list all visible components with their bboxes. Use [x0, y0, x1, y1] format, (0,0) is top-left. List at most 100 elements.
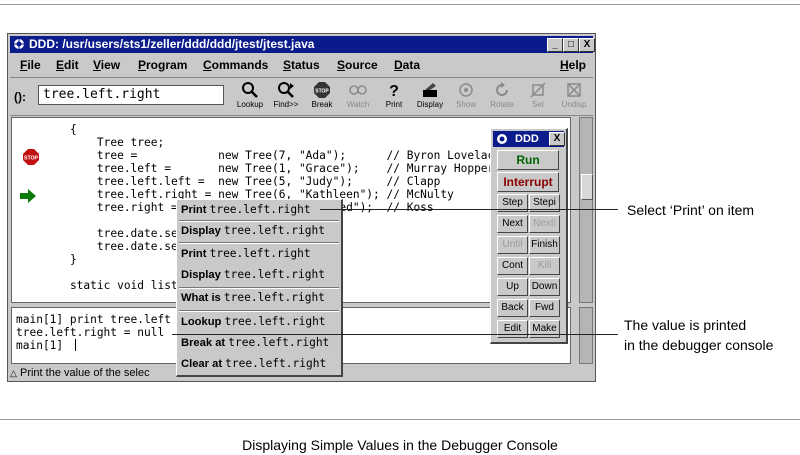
find-button[interactable]: Find>>	[268, 81, 304, 113]
console-cursor	[75, 339, 76, 351]
interrupt-button[interactable]: Interrupt	[497, 172, 559, 192]
popup-separator	[179, 242, 339, 244]
console-line: main[1] print tree.left	[16, 313, 171, 326]
edit-button[interactable]: Edit	[497, 320, 528, 338]
display-button[interactable]: Display	[412, 81, 448, 113]
maximize-button[interactable]: □	[563, 38, 579, 52]
source-line: tree = new Tree(7, "Ada"); // Byron Love…	[43, 149, 502, 162]
set-icon	[530, 82, 546, 98]
stop-icon: STOP	[314, 82, 330, 98]
source-line: }	[43, 253, 77, 266]
minimize-button[interactable]: _	[547, 38, 563, 52]
watch-icon	[349, 85, 367, 95]
popup-separator	[179, 310, 339, 312]
popup-item-lookup[interactable]: Lookup tree.left.right	[181, 313, 326, 331]
command-tool-close-button[interactable]: X	[549, 132, 565, 146]
top-rule	[0, 4, 800, 5]
command-tool-title: DDD	[515, 133, 539, 145]
popup-item-break-at[interactable]: Break at tree.left.right	[181, 334, 329, 352]
svg-text:?: ?	[389, 83, 399, 99]
until-button[interactable]: Until	[497, 236, 528, 254]
nexti-button[interactable]: Nexti	[529, 215, 560, 233]
source-line: static void list_te	[43, 279, 198, 292]
next-button[interactable]: Next	[497, 215, 528, 233]
console-line: main[1]	[16, 339, 70, 352]
popup-item-clear-at[interactable]: Clear at tree.left.right	[181, 355, 326, 373]
menu-bar: File Edit View Program Commands Status S…	[10, 55, 593, 78]
set-button[interactable]: Set	[520, 81, 556, 113]
run-button[interactable]: Run	[497, 150, 559, 170]
back-button[interactable]: Back	[497, 299, 528, 317]
display-icon	[423, 83, 437, 97]
menu-view[interactable]: View	[93, 58, 120, 72]
menu-data[interactable]: Data	[394, 58, 420, 72]
ddd-app-icon	[497, 134, 507, 144]
annotation-line-print	[320, 209, 618, 210]
bottom-rule	[0, 419, 800, 420]
watch-button[interactable]: Watch	[340, 81, 376, 113]
status-text: Print the value of the selec	[19, 367, 150, 379]
source-line: Tree tree;	[43, 136, 165, 149]
source-scrollbar[interactable]	[579, 117, 593, 303]
svg-text:STOP: STOP	[24, 156, 39, 162]
show-button[interactable]: Show	[448, 81, 484, 113]
command-tool-title-bar[interactable]: DDD X	[493, 131, 565, 147]
print-button[interactable]: ? Print	[376, 81, 412, 113]
window-title: DDD: /usr/users/sts1/zeller/ddd/ddd/jtes…	[29, 37, 315, 51]
rotate-icon	[496, 82, 508, 96]
break-button[interactable]: STOP Break	[304, 81, 340, 113]
menu-file[interactable]: File	[20, 58, 41, 72]
console-scrollbar[interactable]	[579, 307, 593, 364]
undisp-icon	[567, 83, 581, 97]
down-button[interactable]: Down	[529, 278, 560, 296]
source-line: tree.left.left = new Tree(5, "Judy"); //…	[43, 175, 441, 188]
menu-source[interactable]: Source	[337, 58, 378, 72]
stop-breakpoint-icon: STOP	[23, 149, 39, 165]
source-line: tree.date.set(2	[43, 227, 198, 240]
lookup-icon	[242, 82, 258, 98]
menu-commands[interactable]: Commands	[203, 58, 268, 72]
finish-button[interactable]: Finish	[529, 236, 560, 254]
status-warning-icon: △	[10, 368, 17, 378]
command-tool: DDD X Run Interrupt Step Stepi Next Next…	[490, 128, 568, 344]
popup-item-display[interactable]: Display tree.left.right	[181, 222, 325, 240]
argument-label: ():	[14, 90, 26, 104]
source-scroll-thumb[interactable]	[581, 174, 593, 200]
print-icon: ?	[389, 83, 399, 99]
up-button[interactable]: Up	[497, 278, 528, 296]
argument-field[interactable]: tree.left.right	[38, 85, 224, 105]
execution-arrow-icon	[20, 189, 36, 203]
lookup-button[interactable]: Lookup	[232, 81, 268, 113]
cont-button[interactable]: Cont	[497, 257, 528, 275]
menu-status[interactable]: Status	[283, 58, 320, 72]
argument-row: (): tree.left.right Lookup Find>> STOP B…	[10, 78, 593, 116]
rotate-button[interactable]: Rotate	[484, 81, 520, 113]
fwd-button[interactable]: Fwd	[529, 299, 560, 317]
figure-caption: Displaying Simple Values in the Debugger…	[242, 437, 558, 453]
kill-button[interactable]: Kill	[529, 257, 560, 275]
popup-item-print-2[interactable]: Print tree.left.right	[181, 245, 311, 263]
popup-item-what-is[interactable]: What is tree.left.right	[181, 289, 325, 307]
source-line: tree.left = new Tree(1, "Grace"); // Mur…	[43, 162, 495, 175]
popup-item-display-2[interactable]: Display tree.left.right	[181, 266, 325, 284]
undisp-button[interactable]: Undisp	[556, 81, 592, 113]
source-line: {	[43, 123, 77, 136]
source-line: tree.date.set(3	[43, 240, 198, 253]
console-line: tree.left.right = null	[16, 326, 165, 339]
show-icon	[459, 83, 473, 97]
annotation-select-print: Select ‘Print’ on item	[627, 202, 755, 218]
popup-item-print[interactable]: Print tree.left.right	[181, 201, 311, 219]
title-bar[interactable]: DDD: /usr/users/sts1/zeller/ddd/ddd/jtes…	[10, 36, 595, 53]
annotation-line-console	[172, 334, 618, 335]
make-button[interactable]: Make	[529, 320, 560, 338]
context-popup-menu: Print tree.left.right Display tree.left.…	[176, 199, 343, 377]
annotation-value-printed-2: in the debugger console	[624, 337, 774, 353]
close-button[interactable]: X	[579, 38, 595, 52]
ddd-app-icon	[14, 39, 24, 49]
menu-program[interactable]: Program	[138, 58, 187, 72]
annotation-value-printed-1: The value is printed	[624, 317, 747, 333]
menu-help[interactable]: Help	[560, 58, 586, 72]
svg-text:STOP: STOP	[315, 89, 329, 95]
find-icon	[278, 82, 294, 98]
menu-edit[interactable]: Edit	[56, 58, 79, 72]
